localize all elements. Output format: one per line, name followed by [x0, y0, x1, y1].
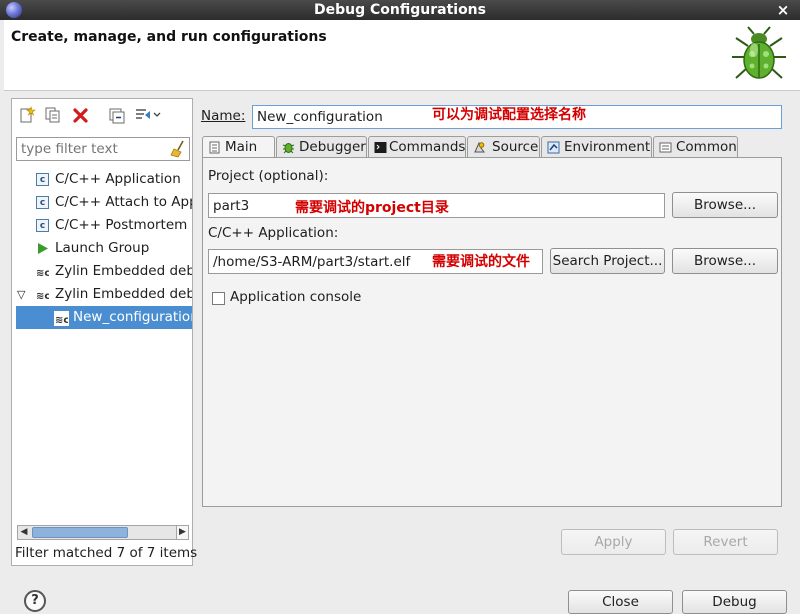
duplicate-icon[interactable] [44, 106, 62, 124]
application-label: C/C++ Application: [208, 225, 339, 241]
name-label-text: Name: [201, 108, 246, 124]
source-tab-icon [474, 141, 485, 153]
svg-text:≋c: ≋c [55, 315, 69, 326]
zylin-icon: ≋c [36, 268, 49, 278]
tab-common[interactable]: Common [653, 136, 738, 158]
clear-filter-icon[interactable] [170, 140, 186, 158]
tree-expander-icon[interactable]: ▽ [17, 283, 25, 306]
tree-item-c-application[interactable]: c C/C++ Application [12, 168, 192, 191]
tab-source[interactable]: Source [467, 136, 540, 158]
tree-item-c-attach[interactable]: c C/C++ Attach to Application [12, 191, 192, 214]
c-app-icon: c [36, 173, 49, 186]
scrollbar-thumb[interactable] [32, 527, 128, 538]
window-title: Debug Configurations [314, 2, 486, 18]
collapse-all-icon[interactable] [108, 106, 126, 124]
name-label: Name: [201, 108, 245, 124]
window-close-button[interactable]: × [776, 0, 790, 20]
debug-bug-icon [732, 26, 786, 79]
c-app-icon: c [36, 219, 49, 232]
scroll-left-icon[interactable]: ◀ [18, 526, 30, 539]
common-tab-icon [659, 142, 672, 153]
launch-group-icon [38, 243, 48, 254]
browse-project-button[interactable]: Browse... [672, 192, 778, 218]
application-annotation: 需要调试的文件 [432, 254, 530, 270]
c-app-icon: c [36, 196, 49, 209]
commands-tab-icon [374, 142, 387, 153]
tab-environment[interactable]: Environment [541, 136, 652, 158]
eclipse-app-icon [6, 2, 22, 18]
tree-toolbar [12, 99, 192, 131]
tree-item-launch-group[interactable]: Launch Group [12, 237, 192, 260]
name-annotation: 可以为调试配置选择名称 [432, 107, 586, 123]
filter-menu-icon[interactable] [134, 106, 162, 124]
dialog-header: Create, manage, and run configurations [4, 20, 800, 91]
close-button[interactable]: Close [568, 590, 673, 614]
browse-application-button[interactable]: Browse... [672, 248, 778, 274]
tree-item-c-postmortem[interactable]: c C/C++ Postmortem Debugger [12, 214, 192, 237]
svg-text:≋c: ≋c [36, 291, 49, 301]
new-configuration-icon[interactable] [18, 106, 36, 124]
filter-input[interactable] [16, 137, 190, 161]
project-label: Project (optional): [208, 168, 329, 184]
scroll-right-icon[interactable]: ▶ [176, 526, 188, 539]
delete-icon[interactable] [72, 106, 90, 124]
debug-button[interactable]: Debug [682, 590, 787, 614]
tree-item-new-configuration[interactable]: ≋c New_configuration [12, 306, 192, 329]
zylin-icon: ≋c [54, 311, 69, 326]
configuration-tree-panel: c C/C++ Application c C/C++ Attach to Ap… [11, 98, 197, 566]
tab-debugger[interactable]: Debugger [276, 136, 367, 158]
main-tab-icon [209, 141, 220, 154]
tree-item-zylin-native[interactable]: ▽ ≋c Zylin Embedded debug (Native) [12, 283, 192, 306]
tree-item-zylin-cygwin[interactable]: ≋c Zylin Embedded debug (Cygwin) [12, 260, 192, 283]
application-console-checkbox[interactable] [212, 292, 225, 305]
revert-button[interactable]: Revert [673, 529, 778, 555]
application-console-label: Application console [230, 289, 362, 305]
environment-tab-icon [547, 141, 560, 154]
configuration-tabs: Main Debugger Commands Source Environmen… [202, 136, 782, 159]
tree-horizontal-scrollbar[interactable]: ◀ ▶ [17, 525, 189, 540]
tab-main[interactable]: Main [202, 136, 275, 159]
apply-button[interactable]: Apply [561, 529, 666, 555]
dialog-header-title: Create, manage, and run configurations [11, 29, 327, 45]
project-annotation: 需要调试的project目录 [295, 200, 449, 216]
help-icon[interactable]: ? [24, 590, 46, 612]
zylin-icon: ≋c [36, 291, 49, 301]
debugger-tab-icon [282, 143, 295, 154]
tab-commands[interactable]: Commands [368, 136, 466, 158]
search-project-button[interactable]: Search Project... [550, 248, 665, 274]
svg-text:≋c: ≋c [36, 268, 49, 278]
window-titlebar: Debug Configurations [0, 0, 800, 20]
filter-status-text: Filter matched 7 of 7 items [15, 545, 198, 561]
